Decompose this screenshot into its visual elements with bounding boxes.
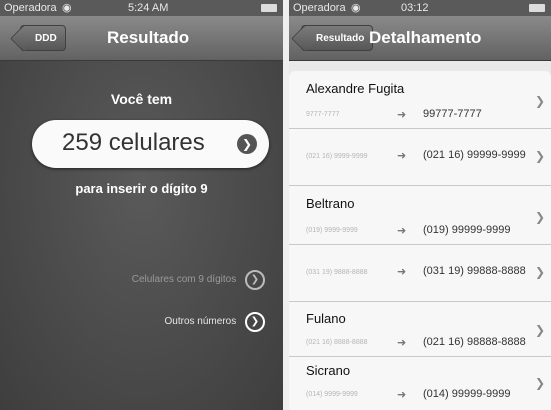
chevron-right-icon: ❯	[534, 376, 545, 390]
contacts-list: Alexandre Fugita 9777-7777 ➜ 99777-7777 …	[289, 71, 551, 410]
back-button-label: Resultado	[316, 33, 365, 44]
status-time: 5:24 AM	[128, 2, 169, 14]
new-number: (021 16) 98888-8888	[423, 336, 526, 348]
chevron-right-icon: ❯	[534, 323, 545, 337]
arrow-right-icon: ➜	[397, 389, 407, 401]
detalhamento-screen: Operadora ◉ 03:12 Resultado Detalhamento…	[289, 0, 551, 410]
status-bar: Operadora ◉ 03:12	[289, 0, 551, 16]
carrier-label: Operadora	[293, 2, 346, 14]
new-number: 99777-7777	[423, 108, 482, 120]
new-number: (014) 99999-9999	[423, 388, 511, 400]
new-number: (021 16) 99999-9999	[423, 149, 526, 161]
wifi-icon: ◉	[351, 2, 361, 14]
chevron-circle-icon: ❯	[245, 312, 265, 332]
old-number: (031 19) 9888-8888	[306, 269, 368, 276]
result-content: Você tem 259 celulares ❯ para inserir o …	[0, 61, 283, 410]
page-title: Resultado	[107, 28, 190, 47]
contact-name: Fulano	[306, 311, 346, 326]
link-outros-numeros[interactable]: Outros números ❯	[165, 312, 265, 332]
new-number: (019) 99999-9999	[423, 224, 511, 236]
old-number: (021 16) 8888-8888	[306, 339, 368, 346]
count-button[interactable]: 259 celulares ❯	[32, 120, 269, 168]
back-button-resultado[interactable]: Resultado	[301, 25, 374, 51]
old-number: 9777-7777	[306, 111, 340, 118]
nav-bar: Resultado Detalhamento	[289, 16, 551, 61]
page-title: Detalhamento	[369, 28, 482, 47]
list-item-contact[interactable]: Alexandre Fugita 9777-7777 ➜ 99777-7777 …	[289, 71, 551, 129]
count-label: 259 celulares	[62, 129, 205, 156]
list-item-contact[interactable]: Beltrano (019) 9999-9999 ➜ (019) 99999-9…	[289, 186, 551, 245]
chevron-right-icon: ❯	[237, 134, 257, 154]
back-button-label: DDD	[35, 33, 57, 44]
battery-icon	[261, 4, 277, 12]
list-item-contact[interactable]: Sicrano (014) 9999-9999 ➜ (014) 99999-99…	[289, 356, 551, 410]
old-number: (021 16) 9999-9999	[306, 153, 368, 160]
arrow-right-icon: ➜	[397, 150, 407, 162]
list-item-number[interactable]: (031 19) 9888-8888 ➜ (031 19) 99888-8888…	[289, 244, 551, 302]
arrow-right-icon: ➜	[397, 337, 407, 349]
chevron-right-icon: ❯	[534, 94, 545, 108]
resultado-screen: Operadora ◉ 5:24 AM DDD Resultado Você t…	[0, 0, 283, 410]
contact-name: Beltrano	[306, 196, 355, 211]
status-time: 03:12	[401, 2, 429, 14]
new-number: (031 19) 99888-8888	[423, 265, 526, 277]
contact-name: Sicrano	[306, 363, 351, 378]
chevron-right-icon: ❯	[534, 265, 545, 279]
old-number: (014) 9999-9999	[306, 391, 358, 398]
link-label: Celulares com 9 dígitos	[131, 274, 237, 285]
link-label: Outros números	[164, 316, 237, 327]
old-number: (019) 9999-9999	[306, 227, 358, 234]
nav-bar: DDD Resultado	[0, 16, 283, 61]
battery-icon	[529, 4, 545, 12]
chevron-right-icon: ❯	[534, 210, 545, 224]
chevron-right-icon: ❯	[534, 149, 545, 163]
list-item-contact[interactable]: Fulano (021 16) 8888-8888 ➜ (021 16) 988…	[289, 301, 551, 357]
link-celulares-9-digitos[interactable]: Celulares com 9 dígitos ❯	[132, 270, 265, 290]
chevron-circle-icon: ❯	[245, 270, 265, 290]
wifi-icon: ◉	[62, 2, 72, 14]
list-item-number[interactable]: (021 16) 9999-9999 ➜ (021 16) 99999-9999…	[289, 128, 551, 186]
intro-text: Você tem	[110, 91, 173, 107]
arrow-right-icon: ➜	[397, 225, 407, 237]
subtext: para inserir o dígito 9	[75, 181, 208, 196]
status-bar: Operadora ◉ 5:24 AM	[0, 0, 283, 16]
contact-name: Alexandre Fugita	[306, 81, 405, 96]
back-button-ddd[interactable]: DDD	[20, 25, 66, 51]
arrow-right-icon: ➜	[397, 266, 407, 278]
arrow-right-icon: ➜	[397, 109, 407, 121]
carrier-label: Operadora	[4, 2, 57, 14]
